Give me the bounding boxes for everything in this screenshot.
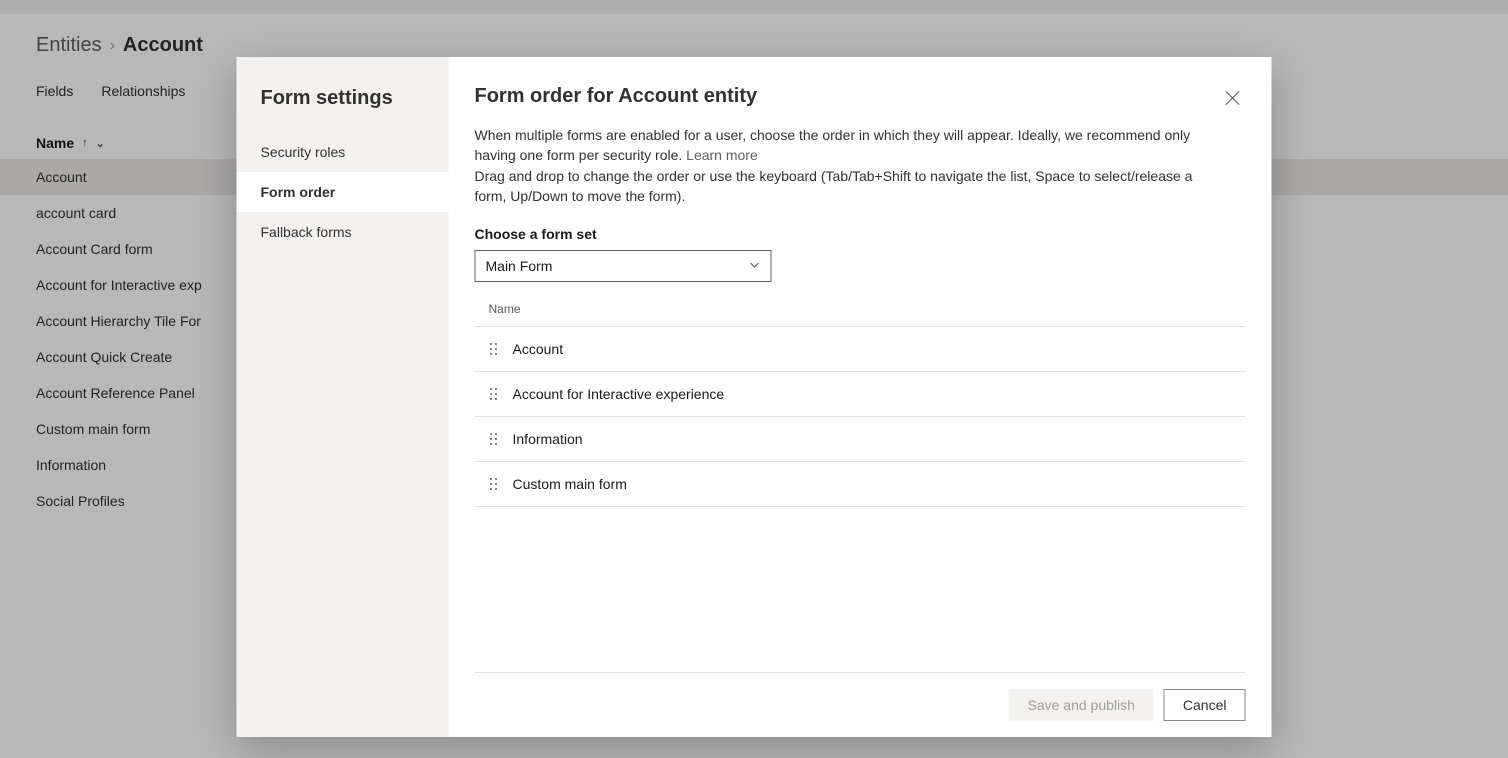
sidebar-item-fallback-forms[interactable]: Fallback forms — [237, 212, 449, 252]
close-button[interactable] — [1220, 85, 1246, 111]
drag-handle-icon[interactable] — [489, 477, 499, 491]
form-settings-dialog: Form settings Security rolesForm orderFa… — [237, 57, 1272, 737]
dialog-title: Form order for Account entity — [475, 85, 758, 108]
formset-label: Choose a form set — [475, 226, 1246, 242]
save-and-publish-button[interactable]: Save and publish — [1008, 689, 1153, 721]
drag-handle-icon[interactable] — [489, 387, 499, 401]
dialog-sidebar: Form settings Security rolesForm orderFa… — [237, 57, 449, 737]
sidebar-items: Security rolesForm orderFallback forms — [237, 132, 449, 252]
drag-handle-icon[interactable] — [489, 432, 499, 446]
row-label: Information — [513, 431, 583, 447]
desc-text-2: Drag and drop to change the order or use… — [475, 168, 1193, 204]
dialog-main: Form order for Account entity When multi… — [449, 57, 1272, 737]
form-order-row[interactable]: Custom main form — [475, 462, 1246, 507]
learn-more-link[interactable]: Learn more — [686, 147, 758, 163]
drag-handle-icon[interactable] — [489, 342, 499, 356]
sidebar-item-form-order[interactable]: Form order — [237, 172, 449, 212]
form-order-row[interactable]: Account for Interactive experience — [475, 372, 1246, 417]
dialog-footer: Save and publish Cancel — [475, 672, 1246, 737]
form-order-row[interactable]: Information — [475, 417, 1246, 462]
dialog-description: When multiple forms are enabled for a us… — [449, 111, 1229, 206]
formset-select[interactable]: Main Form — [475, 250, 772, 282]
form-order-grid: Name Account Account for Interactive expe… — [449, 282, 1272, 672]
form-order-row[interactable]: Account — [475, 327, 1246, 372]
row-label: Account for Interactive experience — [513, 386, 725, 402]
desc-text-1: When multiple forms are enabled for a us… — [475, 127, 1191, 163]
row-label: Custom main form — [513, 476, 627, 492]
cancel-button[interactable]: Cancel — [1164, 689, 1246, 721]
close-icon — [1224, 89, 1242, 107]
chevron-down-icon — [749, 258, 761, 274]
sidebar-item-security-roles[interactable]: Security roles — [237, 132, 449, 172]
row-label: Account — [513, 341, 564, 357]
select-value: Main Form — [486, 258, 553, 274]
sidebar-title: Form settings — [237, 57, 449, 132]
grid-column-name: Name — [475, 292, 1246, 327]
